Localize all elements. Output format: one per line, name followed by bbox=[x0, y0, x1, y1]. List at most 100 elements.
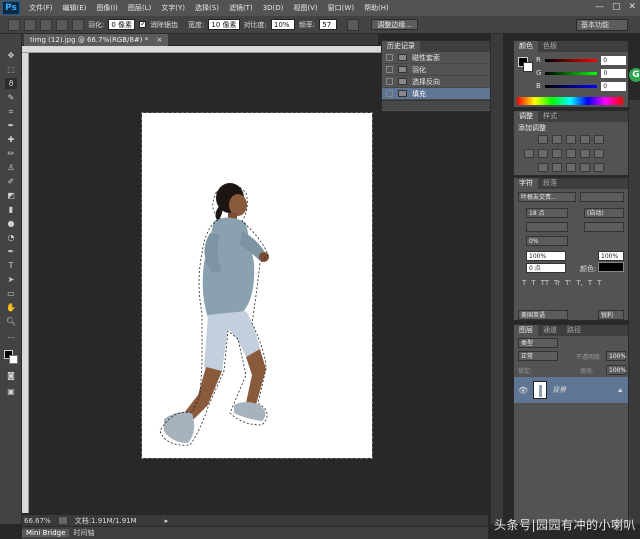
quick-mask-icon[interactable]: ◙ bbox=[5, 370, 17, 381]
intersect-selection-icon[interactable] bbox=[72, 18, 84, 31]
blue-value[interactable]: 0 bbox=[601, 81, 626, 91]
tab-styles[interactable]: 样式 bbox=[538, 111, 562, 122]
path-select-tool-icon[interactable]: ➤ bbox=[5, 274, 17, 285]
all-caps-button[interactable]: TT bbox=[541, 279, 549, 287]
blur-tool-icon[interactable]: ● bbox=[5, 218, 17, 229]
red-value[interactable]: 0 bbox=[601, 55, 626, 65]
contrast-input[interactable]: 10% bbox=[270, 19, 295, 30]
antialias-select[interactable]: 锐利 bbox=[598, 310, 624, 320]
maximize-button[interactable]: □ bbox=[612, 2, 621, 12]
menu-3d[interactable]: 3D(D) bbox=[258, 4, 289, 12]
opacity-input[interactable]: 100% bbox=[606, 351, 626, 361]
extra-tool-icon[interactable]: … bbox=[5, 330, 17, 341]
menu-help[interactable]: 帮助(H) bbox=[359, 3, 394, 13]
screen-mode-icon[interactable]: ▣ bbox=[5, 386, 17, 397]
gradient-tool-icon[interactable]: ▮ bbox=[5, 204, 17, 215]
color-background-swatch[interactable] bbox=[523, 62, 533, 72]
tab-color[interactable]: 颜色 bbox=[514, 41, 538, 52]
history-item[interactable]: 选择反向 bbox=[382, 76, 490, 88]
lasso-tool-icon[interactable]: ϑ bbox=[5, 78, 17, 89]
healing-tool-icon[interactable]: ✚ bbox=[5, 134, 17, 145]
width-input[interactable]: 10 像素 bbox=[208, 19, 240, 30]
threshold-icon[interactable] bbox=[566, 163, 576, 172]
stamp-tool-icon[interactable]: ♙ bbox=[5, 162, 17, 173]
document-tab[interactable]: timg (12).jpg @ 66.7%(RGB/8#) * × bbox=[24, 34, 169, 46]
scale-tracking-select[interactable]: 0% bbox=[526, 236, 568, 246]
green-track[interactable] bbox=[545, 71, 598, 75]
red-track[interactable] bbox=[544, 58, 598, 62]
history-item[interactable]: 磁性套索 bbox=[382, 52, 490, 64]
zoom-tool-icon[interactable]: 🔍︎ bbox=[5, 316, 17, 327]
strikethrough-button[interactable]: T bbox=[597, 279, 601, 287]
green-badge[interactable]: G bbox=[629, 68, 640, 82]
close-tab-icon[interactable]: × bbox=[156, 36, 162, 44]
invert-icon[interactable] bbox=[538, 163, 548, 172]
leading-select[interactable]: (自动) bbox=[584, 208, 624, 218]
tab-mini-bridge[interactable]: Mini Bridge bbox=[22, 529, 70, 537]
hue-icon[interactable] bbox=[524, 149, 534, 158]
tab-paths[interactable]: 路径 bbox=[562, 325, 586, 336]
superscript-button[interactable]: T' bbox=[565, 279, 571, 287]
horizontal-scale-input[interactable]: 100% bbox=[598, 251, 624, 261]
text-color-swatch[interactable] bbox=[598, 262, 624, 272]
black-white-icon[interactable] bbox=[552, 149, 562, 158]
marquee-tool-icon[interactable]: ⬚ bbox=[5, 64, 17, 75]
tab-character[interactable]: 字符 bbox=[514, 178, 538, 189]
menu-filter[interactable]: 滤镜(T) bbox=[224, 3, 258, 13]
brush-tool-icon[interactable]: ✏ bbox=[5, 148, 17, 159]
refine-edge-button[interactable]: 调整边缘... bbox=[371, 19, 418, 30]
menu-select[interactable]: 选择(S) bbox=[190, 3, 224, 13]
font-size-select[interactable]: 18 点 bbox=[526, 208, 568, 218]
history-item-selected[interactable]: 填充 bbox=[382, 88, 490, 100]
color-balance-icon[interactable] bbox=[538, 149, 548, 158]
menu-edit[interactable]: 编辑(E) bbox=[58, 3, 92, 13]
move-tool-icon[interactable]: ✥ bbox=[5, 50, 17, 61]
new-selection-icon[interactable] bbox=[24, 18, 36, 31]
font-family-select[interactable]: 叶根友交责... bbox=[518, 192, 576, 202]
red-slider[interactable]: R0 bbox=[536, 55, 626, 65]
add-selection-icon[interactable] bbox=[40, 18, 52, 31]
quick-select-tool-icon[interactable]: ✎ bbox=[5, 92, 17, 103]
levels-icon[interactable] bbox=[552, 135, 562, 144]
fill-input[interactable]: 100% bbox=[606, 365, 626, 375]
magnetic-lasso-icon[interactable] bbox=[8, 18, 20, 31]
baseline-shift-input[interactable]: 0 点 bbox=[526, 263, 566, 273]
eye-icon[interactable]: 👁︎ bbox=[518, 386, 528, 395]
kerning-select[interactable] bbox=[526, 222, 568, 232]
blue-track[interactable] bbox=[544, 84, 598, 88]
menu-type[interactable]: 文字(Y) bbox=[156, 3, 190, 13]
brightness-icon[interactable] bbox=[538, 135, 548, 144]
tracking-select[interactable] bbox=[584, 222, 624, 232]
layer-filter-select[interactable]: 类型 bbox=[518, 338, 558, 348]
underline-button[interactable]: T bbox=[588, 279, 592, 287]
antialias-checkbox[interactable]: ✓ bbox=[139, 19, 147, 28]
tab-adjustments[interactable]: 调整 bbox=[514, 111, 538, 122]
hand-tool-icon[interactable]: ✋ bbox=[5, 302, 17, 313]
status-arrow-icon[interactable]: ▸ bbox=[165, 517, 169, 525]
subtract-selection-icon[interactable] bbox=[56, 18, 68, 31]
history-brush-icon[interactable]: ✐ bbox=[5, 176, 17, 187]
zoom-level[interactable]: 66.67% bbox=[24, 517, 51, 525]
crop-tool-icon[interactable]: ⌗ bbox=[5, 106, 17, 117]
document-canvas[interactable] bbox=[141, 112, 373, 459]
dodge-tool-icon[interactable]: ◔ bbox=[5, 232, 17, 243]
eyedropper-tool-icon[interactable]: ✒ bbox=[5, 120, 17, 131]
workspace-select[interactable]: 基本功能 bbox=[576, 19, 628, 31]
blue-slider[interactable]: B0 bbox=[536, 81, 626, 91]
channel-mixer-icon[interactable] bbox=[580, 149, 590, 158]
photo-filter-icon[interactable] bbox=[566, 149, 576, 158]
subscript-button[interactable]: T, bbox=[576, 279, 583, 287]
pen-pressure-icon[interactable] bbox=[347, 18, 360, 31]
tab-swatches[interactable]: 色板 bbox=[538, 41, 562, 52]
type-tool-icon[interactable]: T bbox=[5, 260, 17, 271]
pen-tool-icon[interactable]: ✒ bbox=[5, 246, 17, 257]
menu-window[interactable]: 窗口(W) bbox=[323, 3, 359, 13]
eraser-tool-icon[interactable]: ◩ bbox=[5, 190, 17, 201]
close-button[interactable]: ✕ bbox=[628, 2, 636, 12]
posterize-icon[interactable] bbox=[552, 163, 562, 172]
tab-channels[interactable]: 通道 bbox=[538, 325, 562, 336]
minimize-button[interactable]: — bbox=[595, 2, 604, 12]
tab-history[interactable]: 历史记录 bbox=[382, 41, 420, 52]
small-caps-button[interactable]: Tr bbox=[554, 279, 560, 287]
frequency-input[interactable]: 57 bbox=[319, 19, 338, 30]
